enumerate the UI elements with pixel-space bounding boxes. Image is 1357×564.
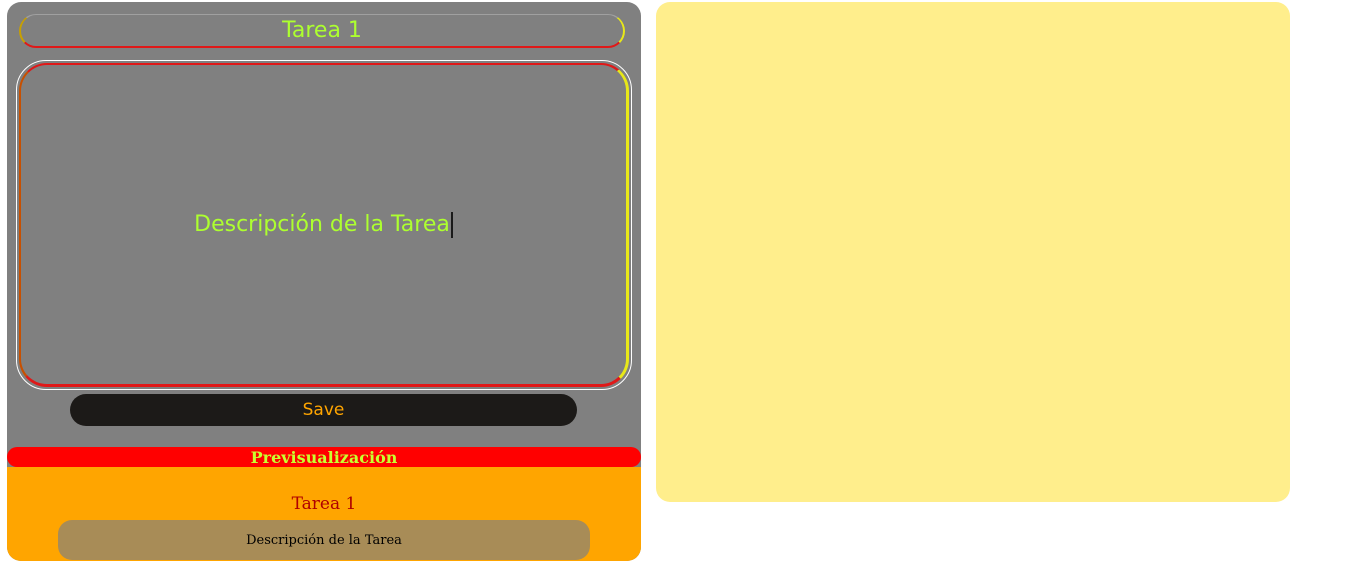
preview-description: Descripción de la Tarea: [58, 520, 590, 560]
task-description-value: Descripción de la Tarea: [194, 212, 450, 237]
save-button[interactable]: Save: [70, 394, 577, 426]
task-editor-panel: Tarea 1 Descripción de la Tarea Save Pre…: [7, 2, 641, 561]
task-description-field[interactable]: Descripción de la Tarea: [16, 60, 632, 390]
text-caret: [450, 211, 453, 238]
preview-description-text: Descripción de la Tarea: [246, 532, 402, 548]
task-description-textarea[interactable]: Descripción de la Tarea: [19, 63, 629, 387]
task-title-input[interactable]: Tarea 1: [19, 14, 625, 48]
preview-title: Tarea 1: [291, 494, 357, 514]
preview-header: Previsualización: [7, 447, 641, 467]
task-list-panel: [656, 2, 1290, 502]
preview-area: Tarea 1 Descripción de la Tarea: [7, 467, 641, 561]
task-title-value: Tarea 1: [282, 18, 362, 43]
